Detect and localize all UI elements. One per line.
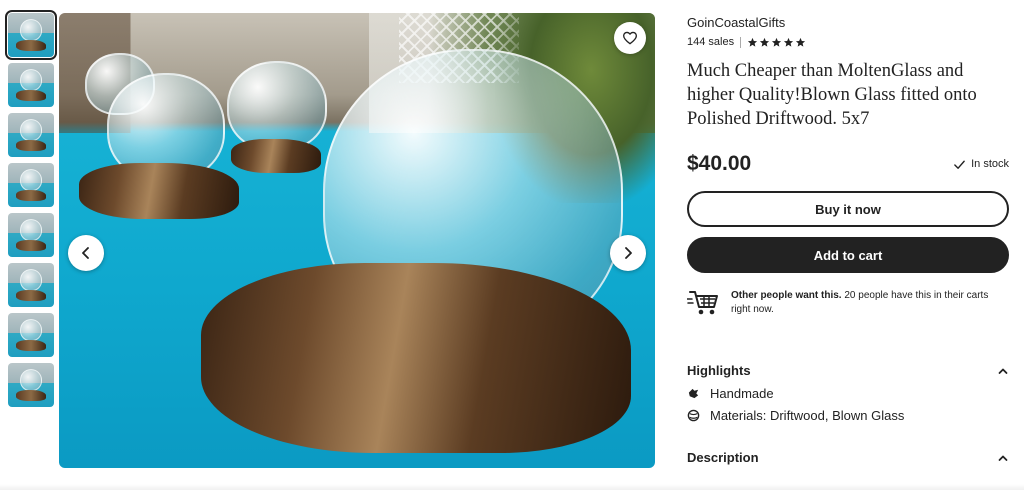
driftwood-image: [16, 340, 46, 351]
heart-outline-icon: [623, 31, 637, 45]
driftwood-front: [201, 263, 631, 453]
thumbnail-5[interactable]: [8, 213, 54, 257]
buy-it-now-button[interactable]: Buy it now: [687, 191, 1009, 227]
demand-bold: Other people want this.: [731, 290, 842, 301]
stock-label: In stock: [971, 158, 1009, 170]
driftwood-mid: [79, 163, 239, 219]
driftwood-image: [16, 240, 46, 251]
driftwood-image: [16, 40, 46, 51]
favorite-button[interactable]: [614, 22, 646, 54]
glass-jar-image: [20, 269, 42, 291]
checkmark-icon: [954, 160, 965, 169]
glass-jar-image: [20, 119, 42, 141]
next-image-button[interactable]: [610, 235, 646, 271]
star-icon: [772, 37, 782, 47]
previous-image-button[interactable]: [68, 235, 104, 271]
listing-title: Much Cheaper than MoltenGlass and higher…: [687, 61, 977, 129]
star-icon: [784, 37, 794, 47]
hand-icon: [688, 388, 699, 398]
description-toggle[interactable]: Description: [687, 450, 1009, 465]
thumbnail-3[interactable]: [8, 113, 54, 157]
page-bottom-shadow: [0, 484, 1024, 490]
star-icon: [760, 37, 770, 47]
highlight-label: Materials: Driftwood, Blown Glass: [710, 407, 905, 423]
thumbnail-4[interactable]: [8, 163, 54, 207]
star-icon: [796, 37, 806, 47]
demand-notice: Other people want this. 20 people have t…: [687, 287, 1009, 317]
glass-jar-image: [20, 319, 42, 341]
highlights-heading: Highlights: [687, 363, 751, 378]
stock-status: In stock: [953, 158, 1009, 171]
thumbnail-2[interactable]: [8, 63, 54, 107]
shop-stats: 144 sales: [687, 35, 1009, 49]
driftwood-image: [16, 140, 46, 151]
demand-text: Other people want this. 20 people have t…: [731, 287, 1009, 317]
sales-count: 144 sales: [687, 36, 735, 48]
glass-jar-image: [20, 169, 42, 191]
driftwood-image: [16, 390, 46, 401]
star-icon: [748, 37, 758, 47]
star-rating[interactable]: [747, 37, 806, 48]
highlight-materials: Materials: Driftwood, Blown Glass: [687, 407, 1009, 423]
glass-jar-far-2: [227, 61, 327, 151]
shop-name-link[interactable]: GoinCoastalGifts: [687, 14, 1009, 32]
glass-jar-image: [20, 369, 42, 391]
driftwood-image: [16, 190, 46, 201]
highlight-handmade: Handmade: [687, 385, 1009, 401]
price: $40.00: [687, 152, 752, 175]
highlight-label: Handmade: [710, 385, 774, 401]
divider: [740, 36, 742, 48]
thumbnail-1[interactable]: [5, 10, 57, 60]
highlights-toggle[interactable]: Highlights: [687, 363, 1009, 378]
glass-jar-image: [20, 69, 42, 91]
main-product-image[interactable]: [59, 13, 655, 468]
glass-jar-image: [20, 219, 42, 241]
thumbnail-7[interactable]: [8, 313, 54, 357]
thumbnail-6[interactable]: [8, 263, 54, 307]
shopping-cart-icon: [687, 291, 718, 315]
chevron-left-icon: [82, 247, 89, 259]
chevron-right-icon: [625, 247, 632, 259]
add-to-cart-button[interactable]: Add to cart: [687, 237, 1009, 273]
description-heading: Description: [687, 450, 759, 465]
price-row: $40.00 In stock: [687, 151, 1009, 177]
driftwood-far-2: [231, 139, 321, 173]
materials-icon: [687, 409, 700, 421]
driftwood-image: [16, 290, 46, 301]
thumbnail-strip: [5, 10, 57, 413]
glass-jar-image: [20, 19, 42, 41]
listing-panel: GoinCoastalGifts 144 sales Much Cheaper …: [687, 14, 1009, 465]
description-section: Description: [687, 450, 1009, 465]
thumbnail-8[interactable]: [8, 363, 54, 407]
highlights-section: Highlights Handmade Materials: Driftwood…: [687, 363, 1009, 423]
chevron-up-icon: [998, 455, 1008, 461]
driftwood-image: [16, 90, 46, 101]
chevron-up-icon: [998, 368, 1008, 374]
